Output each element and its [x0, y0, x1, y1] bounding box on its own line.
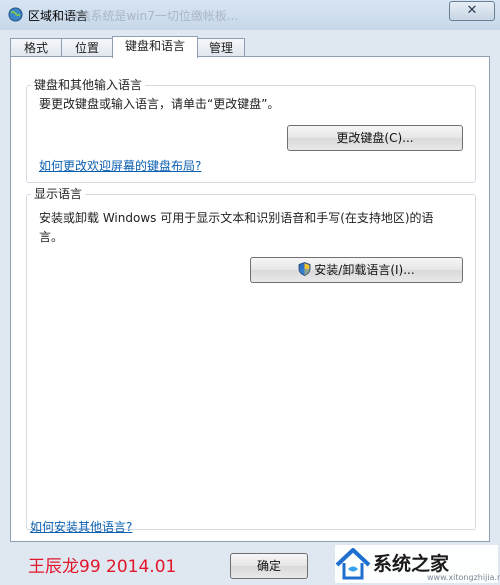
display-language-description-line2: 言。 [39, 230, 64, 244]
background-ghost-text: ...电脑系统是win7一切位缴帐板... [55, 9, 239, 23]
install-uninstall-languages-button[interactable]: 安装/卸载语言(I)... [250, 257, 463, 283]
ok-button[interactable]: 确定 [230, 553, 308, 579]
close-button[interactable]: ✕ [449, 1, 495, 21]
tab-keyboards-languages[interactable]: 键盘和语言 [112, 36, 198, 58]
site-watermark-text: 系统之家 [373, 553, 450, 575]
install-other-languages-link[interactable]: 如何安装其他语言? [30, 518, 132, 535]
author-watermark: 王辰龙99 2014.01 [28, 557, 177, 577]
welcome-screen-keyboard-link[interactable]: 如何更改欢迎屏幕的键盘布局? [39, 157, 201, 174]
keyboard-description: 要更改键盘或输入语言，请单击“更改键盘”。 [39, 97, 280, 111]
tab-formats[interactable]: 格式 [10, 38, 62, 57]
tab-panel: 键盘和其他输入语言 要更改键盘或输入语言，请单击“更改键盘”。 更改键盘(C).… [10, 56, 490, 542]
keyboard-group-title: 键盘和其他输入语言 [31, 76, 146, 93]
display-language-title: 显示语言 [31, 185, 86, 202]
display-language-description-line1: 安装或卸载 Windows 可用于显示文本和识别语音和手写(在支持地区)的语 [39, 211, 434, 225]
site-watermark: 系统之家 www.xitongzhijia.net [335, 545, 500, 583]
globe-icon [8, 7, 23, 22]
tab-administrative[interactable]: 管理 [197, 38, 245, 57]
site-watermark-url: www.xitongzhijia.net [427, 573, 500, 582]
title-bar: 区域和语言 ...电脑系统是win7一切位缴帐板... ✕ [0, 0, 500, 30]
install-uninstall-languages-label: 安装/卸载语言(I)... [314, 263, 415, 277]
tab-location[interactable]: 位置 [61, 38, 113, 57]
close-icon: ✕ [466, 3, 478, 18]
house-logo-icon [335, 548, 371, 580]
change-keyboards-button[interactable]: 更改键盘(C)... [287, 125, 463, 151]
display-language-group [26, 194, 476, 530]
uac-shield-icon [298, 262, 311, 276]
